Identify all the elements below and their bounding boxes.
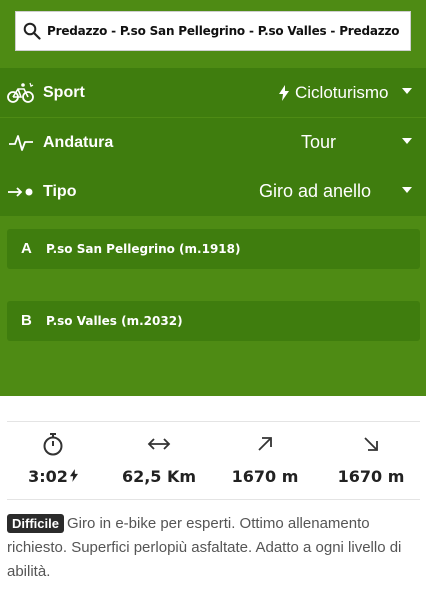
stat-ascent: 1670 m: [212, 430, 318, 494]
stat-ascent-value: 1670 m: [231, 467, 299, 486]
filter-row-sport[interactable]: Sport Cicloturismo: [0, 68, 426, 117]
horizontal-arrows-icon: [106, 430, 212, 458]
filter-row-tipo[interactable]: Tipo Giro ad anello: [0, 167, 426, 216]
route-description: Difficile Giro in e-bike per esperti. Ott…: [7, 512, 419, 584]
waypoint-card-a[interactable]: A P.so San Pellegrino (m.1918): [7, 229, 420, 269]
lightning-icon: [270, 79, 298, 107]
filter-value-tipo: Giro ad anello: [259, 181, 372, 201]
bicycle-icon: [7, 79, 35, 107]
loop-arrow-icon: [7, 178, 35, 206]
filter-value-andatura: Tour: [301, 132, 337, 152]
filter-label-tipo: Tipo: [43, 183, 77, 200]
waypoint-letter: B: [21, 312, 32, 329]
filter-value-sport: Cicloturismo: [295, 83, 389, 102]
stat-time-value: 3:02: [28, 467, 68, 486]
divider: [7, 499, 420, 500]
stat-time: 3:02: [0, 430, 106, 494]
filter-row-andatura[interactable]: Andatura Tour: [0, 118, 426, 167]
stat-distance: 62,5 Km: [106, 430, 212, 494]
stopwatch-icon: [0, 430, 106, 458]
chevron-down-icon: [402, 138, 412, 144]
stat-distance-value: 62,5 Km: [121, 467, 197, 486]
waypoint-name: P.so Valles (m.2032): [46, 314, 183, 328]
description-text: Giro in e-bike per esperti. Ottimo allen…: [7, 515, 402, 580]
filter-label-andatura: Andatura: [43, 134, 114, 151]
arrow-down-right-icon: [318, 430, 424, 458]
chevron-down-icon: [402, 88, 412, 94]
pulse-icon: [7, 129, 35, 157]
filter-label-sport: Sport: [43, 84, 85, 101]
waypoint-letter: A: [21, 240, 32, 257]
difficulty-badge: Difficile: [7, 514, 64, 533]
stat-descent: 1670 m: [318, 430, 424, 494]
waypoint-name: P.so San Pellegrino (m.1918): [46, 242, 241, 256]
lightning-icon: [69, 467, 78, 486]
chevron-down-icon: [402, 187, 412, 193]
divider: [7, 421, 420, 422]
route-search-field[interactable]: Predazzo - P.so San Pellegrino - P.so Va…: [15, 11, 411, 51]
waypoint-card-b[interactable]: B P.so Valles (m.2032): [7, 301, 420, 341]
search-icon: [23, 22, 41, 40]
arrow-up-right-icon: [212, 430, 318, 458]
search-value: Predazzo - P.so San Pellegrino - P.so Va…: [47, 24, 400, 38]
stat-descent-value: 1670 m: [337, 467, 405, 486]
